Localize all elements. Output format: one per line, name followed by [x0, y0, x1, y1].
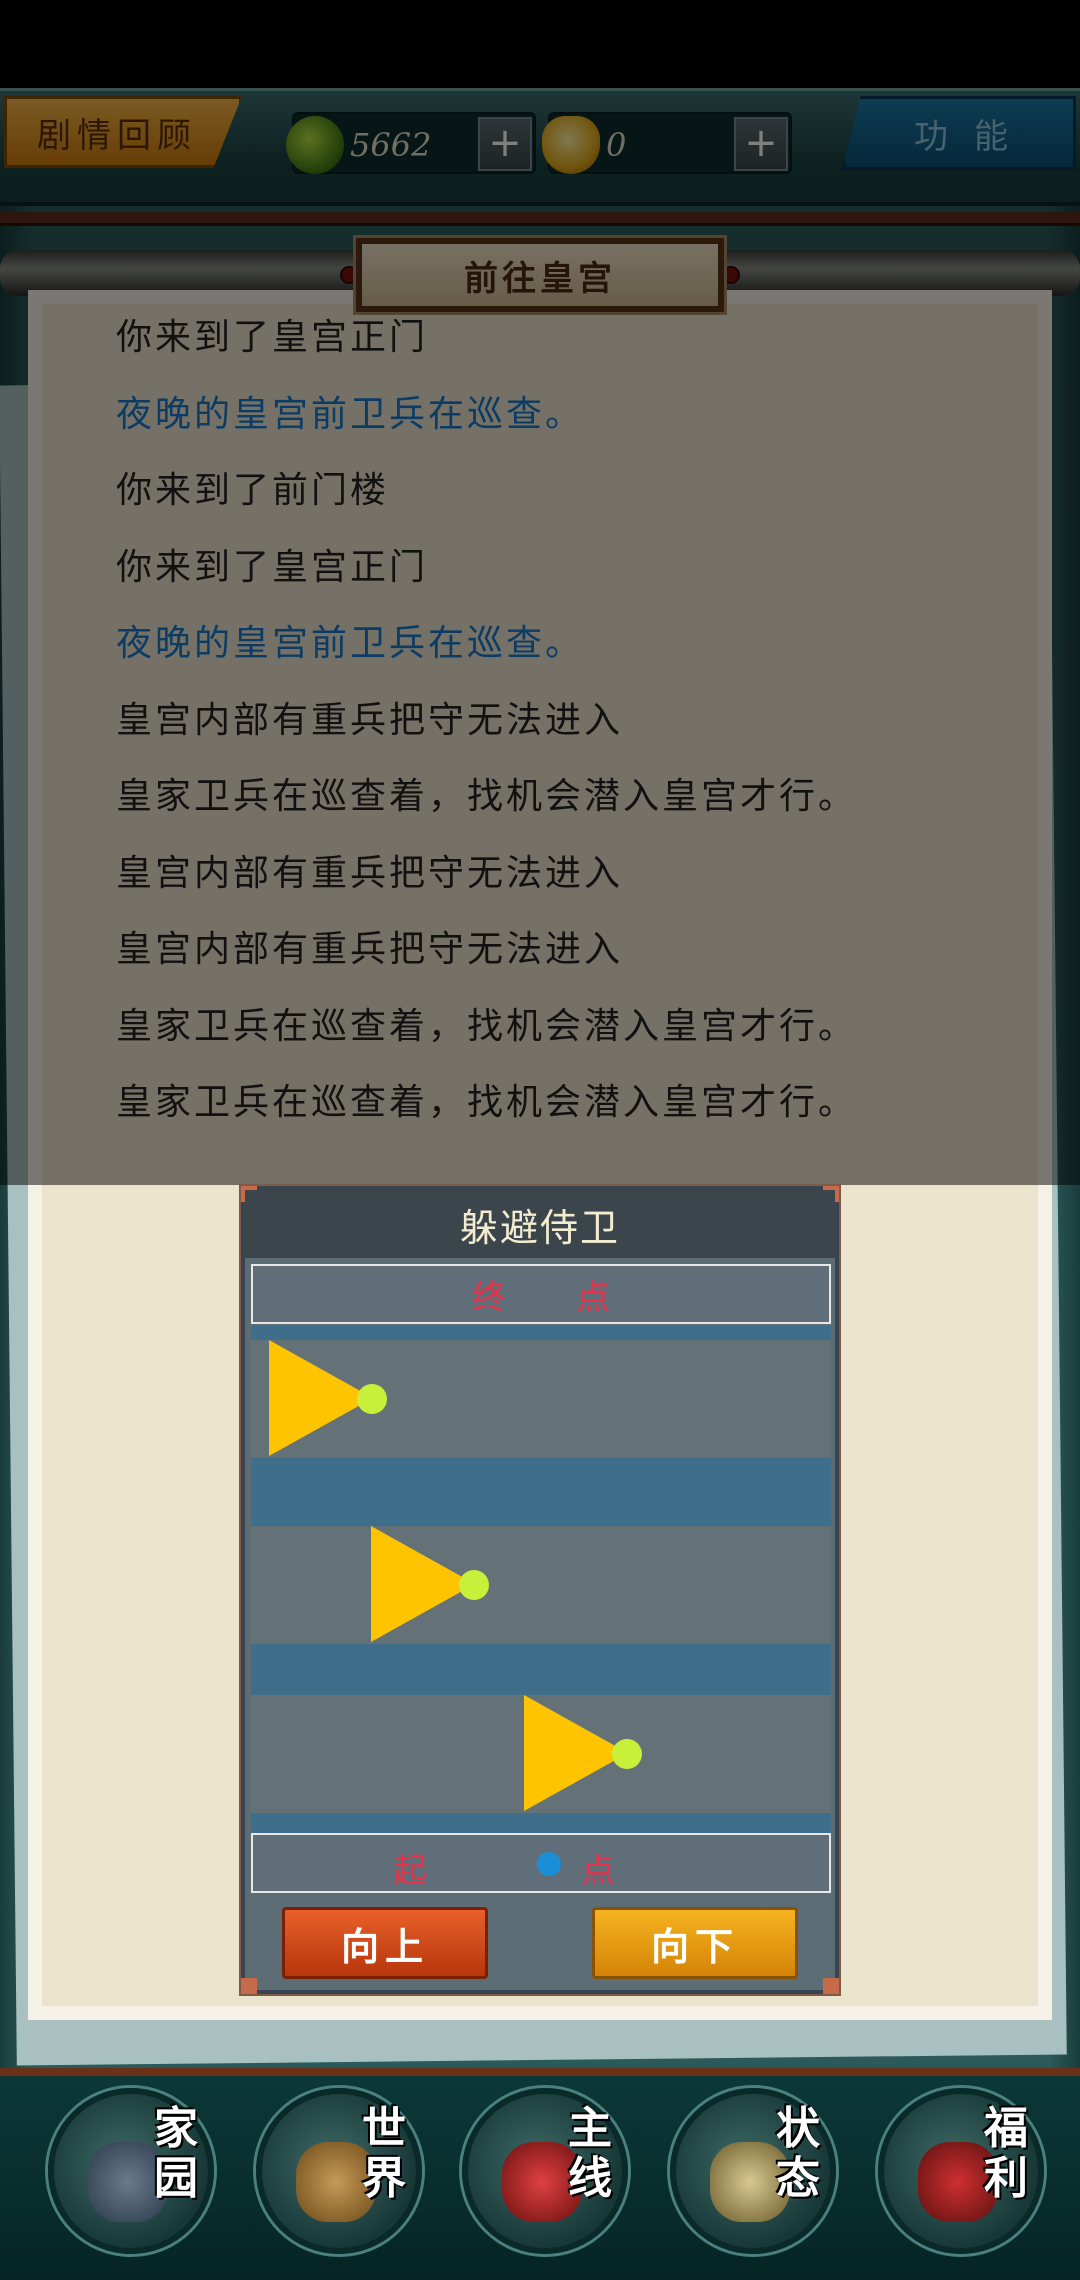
- guard-marker: [612, 1739, 642, 1769]
- finish-zone: 终点: [251, 1264, 831, 1324]
- nav-world[interactable]: 世界: [256, 2088, 422, 2254]
- nav-status[interactable]: 状态: [670, 2088, 836, 2254]
- dialog-title: 躲避侍卫: [245, 1190, 835, 1258]
- guard-marker: [459, 1570, 489, 1600]
- dodge-guards-dialog: 躲避侍卫 终点 起 点 向上 向下: [241, 1186, 839, 1994]
- start-label-right: 点: [581, 1851, 615, 1891]
- move-down-button[interactable]: 向下: [592, 1907, 798, 1979]
- guard-lane: [251, 1526, 831, 1644]
- start-zone: 起 点: [251, 1833, 831, 1893]
- move-up-button[interactable]: 向上: [282, 1907, 488, 1979]
- dialog-corner: [823, 1978, 839, 1994]
- dialog-corner: [241, 1978, 257, 1994]
- nav-welfare[interactable]: 福利: [878, 2088, 1044, 2254]
- nav-main-quest-label: 主线: [568, 2103, 612, 2204]
- nav-status-label: 状态: [776, 2103, 820, 2204]
- start-label-left: 起: [393, 1851, 427, 1891]
- nav-home-label: 家园: [154, 2103, 198, 2204]
- nav-welfare-label: 福利: [984, 2103, 1028, 2204]
- nav-main-quest[interactable]: 主线: [462, 2088, 628, 2254]
- player-marker: [537, 1852, 561, 1876]
- guard-marker: [357, 1384, 387, 1414]
- nav-world-label: 世界: [362, 2103, 406, 2204]
- nav-home[interactable]: 家园: [48, 2088, 214, 2254]
- modal-dim-overlay: [0, 0, 1080, 1185]
